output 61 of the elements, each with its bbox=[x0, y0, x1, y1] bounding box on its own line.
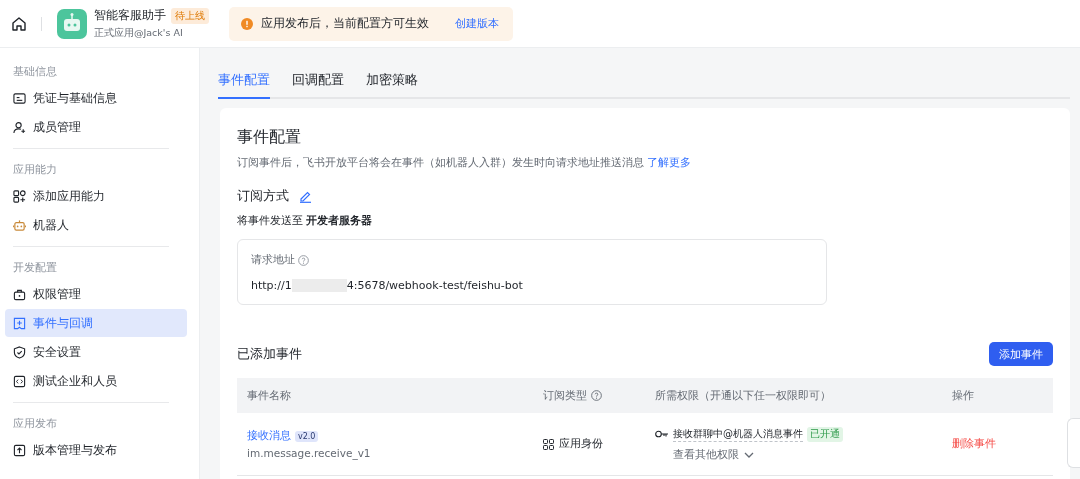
sidebar-group-title: 应用能力 bbox=[13, 162, 58, 178]
home-icon[interactable] bbox=[11, 15, 27, 32]
sidebar-item[interactable]: 事件与回调 bbox=[5, 309, 187, 337]
event-key: im.message.receive_v1 bbox=[247, 447, 533, 459]
sidebar-group-title: 应用发布 bbox=[13, 416, 58, 432]
sidebar-item[interactable]: 权限管理 bbox=[5, 280, 187, 308]
robot-logo-icon bbox=[57, 8, 87, 39]
app-name: 智能客服助手 bbox=[94, 7, 166, 24]
tab[interactable]: 回调配置 bbox=[292, 72, 344, 99]
notice-text: 应用发布后，当前配置方可生效 bbox=[261, 16, 429, 31]
help-icon[interactable] bbox=[298, 254, 309, 266]
add-person-icon bbox=[13, 120, 26, 134]
tab[interactable]: 加密策略 bbox=[366, 72, 418, 99]
add-event-button[interactable]: 添加事件 bbox=[989, 342, 1053, 366]
status-badge: 待上线 bbox=[171, 7, 209, 24]
create-version-link[interactable]: 创建版本 bbox=[455, 16, 499, 31]
briefcase-icon bbox=[13, 287, 26, 301]
subscription-title: 订阅方式 bbox=[237, 188, 289, 205]
robot-icon bbox=[13, 218, 26, 232]
sidebar-item[interactable]: 机器人 bbox=[5, 211, 187, 239]
help-icon[interactable] bbox=[591, 390, 602, 401]
id-card-icon bbox=[13, 91, 26, 105]
add-grid-icon bbox=[13, 189, 26, 203]
column-header: 所需权限（开通以下任一权限即可） bbox=[655, 388, 831, 403]
sidebar-item[interactable]: 版本管理与发布 bbox=[5, 436, 187, 464]
column-header: 订阅类型 bbox=[543, 388, 587, 403]
event-name-link[interactable]: 接收消息 bbox=[247, 429, 291, 443]
sidebar-item[interactable]: 添加应用能力 bbox=[5, 182, 187, 210]
sidebar-item[interactable]: 成员管理 bbox=[5, 113, 187, 141]
sidebar-item[interactable]: 测试企业和人员 bbox=[5, 367, 187, 395]
column-header: 操作 bbox=[952, 388, 974, 403]
edit-icon[interactable] bbox=[299, 190, 312, 203]
subscription-type: 应用身份 bbox=[559, 437, 603, 451]
description: 订阅事件后，飞书开放平台将会在事件（如机器人入群）发生时向请求地址推送消息 了解更多 bbox=[237, 156, 693, 170]
upload-icon bbox=[13, 443, 26, 457]
warning-icon bbox=[241, 17, 253, 30]
url-text: http://1 bbox=[251, 279, 292, 292]
column-header: 事件名称 bbox=[247, 388, 291, 403]
delete-event-link[interactable]: 删除事件 bbox=[952, 437, 996, 449]
app-subtitle: 正式应用@Jack's AI bbox=[94, 27, 184, 40]
sidebar-item[interactable]: 凭证与基础信息 bbox=[5, 84, 187, 112]
sidebar-group-title: 开发配置 bbox=[13, 260, 58, 276]
tab[interactable]: 事件配置 bbox=[218, 72, 270, 99]
key-icon bbox=[655, 430, 669, 438]
more-permissions-link[interactable]: 查看其他权限 bbox=[673, 447, 754, 462]
section-title: 事件配置 bbox=[237, 127, 302, 148]
version-badge: v2.0 bbox=[295, 430, 319, 442]
shield-icon bbox=[13, 345, 26, 359]
code-icon bbox=[13, 374, 26, 388]
method-text: 将事件发送至 开发者服务器 bbox=[237, 214, 374, 228]
events-title: 已添加事件 bbox=[237, 345, 302, 363]
permission-name: 接收群聊中@机器人消息事件 bbox=[673, 426, 803, 442]
sidebar-group-title: 基础信息 bbox=[13, 64, 58, 80]
event-box-icon bbox=[13, 316, 26, 330]
grid-icon bbox=[543, 438, 554, 450]
url-label: 请求地址 bbox=[251, 253, 295, 267]
url-text: 4:5678/webhook-test/feishu-bot bbox=[346, 279, 523, 292]
sidebar-item[interactable]: 安全设置 bbox=[5, 338, 187, 366]
status-tag: 已开通 bbox=[807, 426, 843, 442]
learn-more-link[interactable]: 了解更多 bbox=[647, 156, 692, 168]
chevron-down-icon bbox=[744, 451, 754, 458]
